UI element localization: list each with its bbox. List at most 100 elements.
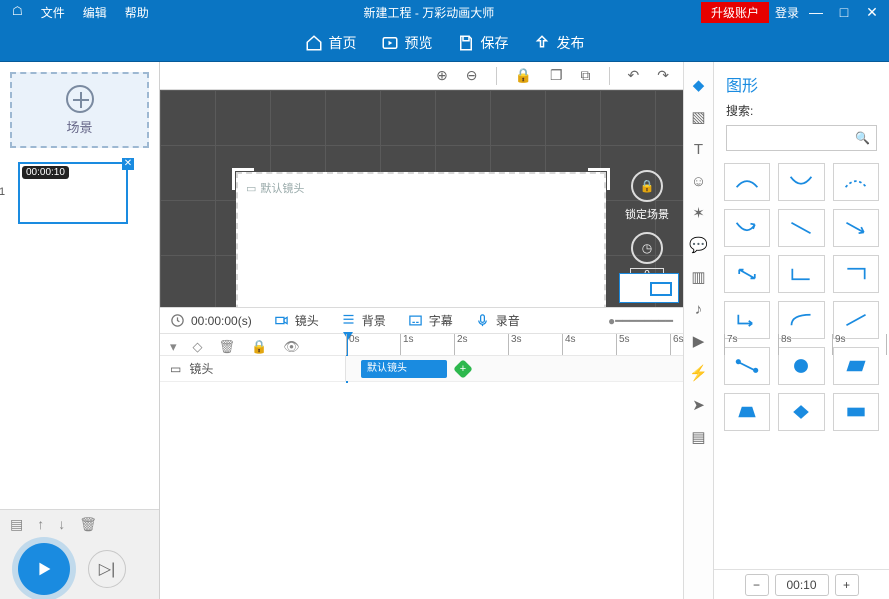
- insert-duration[interactable]: 00:10: [775, 574, 829, 596]
- shape-double-arrow[interactable]: [724, 255, 770, 293]
- background-track-button[interactable]: 背景: [341, 312, 386, 329]
- camera-row-icon: ▭: [170, 362, 181, 376]
- pin-icon[interactable]: ☖: [4, 2, 31, 23]
- upgrade-button[interactable]: 升级账户: [701, 2, 769, 23]
- rotate-button[interactable]: ◷: [631, 232, 663, 264]
- trash-timeline-icon[interactable]: 🗑: [219, 339, 236, 355]
- copy-icon[interactable]: ▤: [10, 516, 23, 533]
- preview-button[interactable]: 预览: [381, 33, 433, 53]
- search-label: 搜索:: [726, 104, 753, 118]
- step-button[interactable]: ▷|: [88, 550, 126, 588]
- title-bar: ☖ 文件 编辑 帮助 新建工程 - 万彩动画大师 升级账户 登录 — □ ✕: [0, 0, 889, 24]
- shape-step2[interactable]: [833, 255, 879, 293]
- track-options: 00:00:00(s) 镜头 背景 字幕 录音 ●━━━━━━━━: [160, 307, 683, 333]
- undo-icon[interactable]: ↶: [628, 67, 640, 84]
- camera-track-button[interactable]: 镜头: [274, 312, 319, 329]
- video-tab-icon[interactable]: ▶: [690, 332, 708, 350]
- send-tab-icon[interactable]: ➤: [690, 396, 708, 414]
- shape-rect[interactable]: [833, 393, 879, 431]
- timeline-ruler: ▾ ◇ 🗑 🔒 👁 0s1s2s3s4s5s6s7s8s9s10s: [160, 333, 683, 355]
- eye-icon[interactable]: 👁: [283, 339, 300, 355]
- panel-footer: − 00:10 +: [714, 569, 889, 599]
- zoom-slider-dot[interactable]: ●━━━━━━━━: [608, 314, 673, 328]
- camera-frame[interactable]: ▭ 默认镜头: [236, 172, 606, 307]
- move-down-icon[interactable]: ↓: [58, 516, 65, 533]
- login-button[interactable]: 登录: [775, 4, 799, 21]
- scene-thumbnail[interactable]: 00:00:10 ✕: [18, 162, 128, 224]
- maximize-icon[interactable]: □: [833, 4, 855, 20]
- subtitle-track-button[interactable]: 字幕: [408, 312, 453, 329]
- minimize-icon[interactable]: —: [805, 4, 827, 20]
- ruler-tick: 3s: [508, 334, 522, 355]
- chart-tab-icon[interactable]: ▤: [690, 428, 708, 446]
- shapes-tab-icon[interactable]: ◆: [690, 76, 708, 94]
- save-button[interactable]: 保存: [457, 33, 509, 53]
- ruler-tick: 2s: [454, 334, 468, 355]
- canvas[interactable]: ▭ 默认镜头 🔒 锁定场景 ◷ 0 旋转 16:9 4:3: [160, 90, 683, 307]
- text-tab-icon[interactable]: T: [690, 140, 708, 158]
- ruler-tick: 7s: [724, 334, 738, 355]
- record-track-button[interactable]: 录音: [475, 312, 520, 329]
- plus-icon: [66, 85, 94, 113]
- lock-icon[interactable]: 🔒: [515, 67, 532, 84]
- main-toolbar: 首页 预览 保存 发布: [0, 24, 889, 62]
- search-input[interactable]: 🔍: [726, 125, 877, 151]
- home-button[interactable]: 首页: [305, 33, 357, 53]
- music-tab-icon[interactable]: ♪: [690, 300, 708, 318]
- lock-scene-button[interactable]: 🔒: [631, 170, 663, 202]
- timeline-clip[interactable]: 默认镜头: [361, 360, 447, 378]
- ruler-tick: 0s: [346, 334, 360, 355]
- svg-tab-icon[interactable]: ✶: [690, 204, 708, 222]
- canvas-toolbar: ⊕ ⊖ 🔒 ❐ ⧉ ↶ ↷: [160, 62, 683, 90]
- scene-close-icon[interactable]: ✕: [122, 158, 134, 170]
- add-scene-label: 场景: [66, 117, 92, 136]
- shape-trapezoid[interactable]: [724, 393, 770, 431]
- image-tab-icon[interactable]: ▧: [690, 108, 708, 126]
- window-title: 新建工程 - 万彩动画大师: [157, 4, 701, 21]
- menu-file[interactable]: 文件: [33, 2, 73, 23]
- scene-sidebar: 场景 1 00:00:10 ✕ ▤ ↑ ↓ 🗑 ▷|: [0, 62, 160, 599]
- timeline-track: ▭ 镜头 默认镜头 +: [160, 355, 683, 381]
- shape-line[interactable]: [778, 209, 824, 247]
- zoom-out-icon[interactable]: ⊖: [466, 67, 478, 84]
- shapes-panel: 图形 搜索: 🔍 − 00:10 +: [713, 62, 889, 599]
- zoom-in-icon[interactable]: ⊕: [436, 67, 448, 84]
- redo-icon[interactable]: ↷: [657, 67, 669, 84]
- panel-title: 图形: [714, 62, 889, 98]
- time-minus-button[interactable]: −: [745, 574, 769, 596]
- shape-arc[interactable]: [724, 163, 770, 201]
- shape-arc-arrow[interactable]: [724, 209, 770, 247]
- ruler-tick: 8s: [778, 334, 792, 355]
- time-plus-button[interactable]: +: [835, 574, 859, 596]
- scene-duration-chip: 00:00:10: [22, 166, 69, 179]
- filter-icon[interactable]: ▾: [170, 339, 177, 355]
- character-tab-icon[interactable]: ☺: [690, 172, 708, 190]
- shape-arc-down[interactable]: [778, 163, 824, 201]
- shape-grid: [714, 155, 889, 569]
- publish-button[interactable]: 发布: [533, 33, 585, 53]
- add-keyframe-icon[interactable]: +: [453, 359, 473, 379]
- shape-line-arrow[interactable]: [833, 209, 879, 247]
- add-scene-button[interactable]: 场景: [10, 72, 149, 148]
- asset-rail: ◆ ▧ T ☺ ✶ 💬 ▥ ♪ ▶ ⚡ ➤ ▤: [683, 62, 713, 599]
- paste-canvas-icon[interactable]: ⧉: [581, 67, 591, 84]
- shape-step[interactable]: [778, 255, 824, 293]
- play-button[interactable]: [18, 543, 70, 595]
- shape-diamond[interactable]: [778, 393, 824, 431]
- lock-timeline-icon[interactable]: 🔒: [251, 339, 267, 355]
- trash-icon[interactable]: 🗑: [79, 516, 97, 533]
- menu-edit[interactable]: 编辑: [75, 2, 115, 23]
- menu-help[interactable]: 帮助: [117, 2, 157, 23]
- camera-track[interactable]: 默认镜头 +: [346, 356, 683, 381]
- ruler-tick: 9s: [832, 334, 846, 355]
- playhead-time: 00:00:00(s): [191, 314, 252, 328]
- copy-canvas-icon[interactable]: ❐: [550, 67, 563, 84]
- shape-arc-dashed[interactable]: [833, 163, 879, 201]
- minimap[interactable]: [619, 273, 679, 303]
- diamond-icon[interactable]: ◇: [193, 339, 203, 355]
- close-icon[interactable]: ✕: [861, 4, 883, 21]
- container-tab-icon[interactable]: ▥: [690, 268, 708, 286]
- callout-tab-icon[interactable]: 💬: [690, 236, 708, 254]
- flash-tab-icon[interactable]: ⚡: [690, 364, 708, 382]
- move-up-icon[interactable]: ↑: [37, 516, 44, 533]
